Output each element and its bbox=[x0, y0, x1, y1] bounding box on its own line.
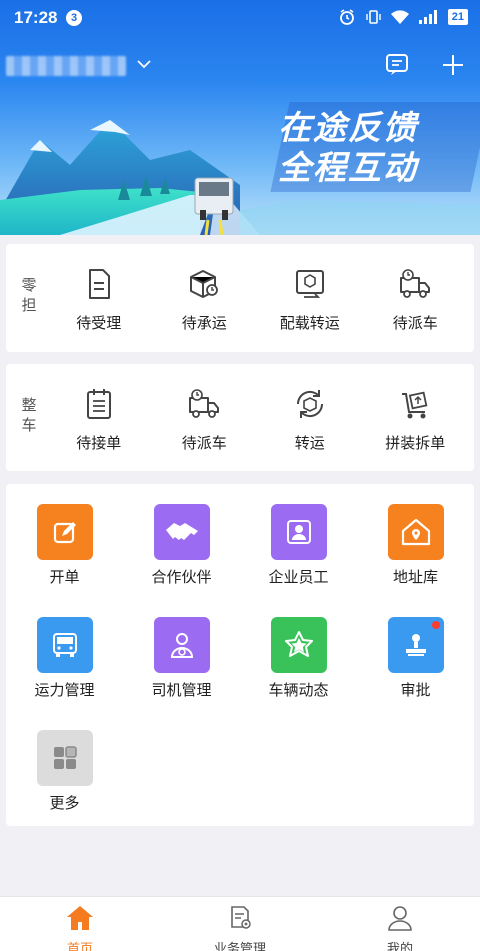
app-label: 更多 bbox=[49, 795, 80, 812]
document-icon bbox=[88, 269, 110, 299]
ltl-item-pending-accept[interactable]: 待受理 bbox=[46, 266, 152, 333]
app-label: 企业员工 bbox=[268, 569, 329, 586]
signal-icon bbox=[418, 10, 437, 24]
employee-icon bbox=[270, 504, 327, 560]
ftl-item-split-merge[interactable]: 拼装拆单 bbox=[363, 386, 469, 453]
ftl-section-title: 整车 bbox=[21, 397, 37, 434]
ltl-item-pending-dispatch[interactable]: 待派车 bbox=[363, 266, 469, 333]
app-label: 审批 bbox=[400, 682, 431, 699]
ltl-item-pending-carry[interactable]: 待承运 bbox=[152, 266, 258, 333]
tab-profile[interactable]: 我的 bbox=[320, 897, 480, 951]
app-vehicle-tracking[interactable]: 车辆动态 bbox=[240, 617, 357, 700]
ltl-section-title: 零担 bbox=[21, 277, 37, 314]
ftl-section-card: 整车 待接单 待派车 转运 拼装拆单 bbox=[6, 364, 474, 471]
app-partners[interactable]: 合作伙伴 bbox=[123, 504, 240, 587]
ftl-item-label: 拼装拆单 bbox=[385, 435, 446, 452]
ftl-item-pending-dispatch[interactable]: 待派车 bbox=[152, 386, 258, 453]
app-label: 开单 bbox=[49, 569, 80, 586]
clipboard-icon bbox=[86, 389, 111, 419]
ftl-item-label: 待派车 bbox=[181, 435, 227, 452]
notification-badge: 3 bbox=[66, 10, 82, 26]
app-approval[interactable]: 审批 bbox=[357, 617, 474, 700]
more-grid-icon bbox=[36, 730, 93, 786]
app-label: 司机管理 bbox=[151, 682, 212, 699]
app-address-book[interactable]: 地址库 bbox=[357, 504, 474, 587]
star-badge-icon bbox=[270, 617, 327, 673]
app-employees[interactable]: 企业员工 bbox=[240, 504, 357, 587]
user-icon bbox=[388, 906, 412, 931]
app-label: 运力管理 bbox=[34, 682, 95, 699]
slogan: 在途反馈 全程互动 bbox=[278, 108, 448, 188]
app-label: 合作伙伴 bbox=[151, 569, 212, 586]
stamp-icon bbox=[387, 617, 444, 673]
app-more[interactable]: 更多 bbox=[6, 730, 123, 813]
unread-dot bbox=[431, 621, 440, 629]
ltl-item-label: 待承运 bbox=[181, 315, 227, 332]
app-label: 车辆动态 bbox=[268, 682, 329, 699]
tab-home[interactable]: 首页 bbox=[0, 897, 160, 951]
package-clock-icon bbox=[190, 270, 219, 298]
slogan-line-1: 在途反馈 bbox=[278, 109, 418, 146]
bottom-tab-bar: 首页 业务管理 我的 bbox=[0, 896, 480, 951]
message-icon[interactable] bbox=[384, 52, 410, 78]
box-transfer-icon bbox=[295, 270, 324, 298]
battery-indicator: 21 bbox=[447, 9, 468, 25]
ftl-item-label: 待接单 bbox=[76, 435, 122, 452]
tab-label: 我的 bbox=[386, 941, 413, 951]
tab-label: 业务管理 bbox=[213, 941, 266, 951]
document-gear-icon bbox=[231, 906, 251, 929]
tab-label: 首页 bbox=[66, 941, 93, 951]
status-time: 17:28 bbox=[14, 8, 58, 27]
box-cycle-icon bbox=[296, 390, 323, 418]
status-bar: 17:28 3 21 bbox=[0, 0, 480, 36]
tab-business-management[interactable]: 业务管理 bbox=[160, 897, 320, 951]
header-banner: 17:28 3 21 在途反馈 全程互动 bbox=[0, 0, 480, 235]
slogan-line-2: 全程互动 bbox=[278, 149, 418, 186]
home-location-icon bbox=[387, 504, 444, 560]
app-create-order[interactable]: 开单 bbox=[6, 504, 123, 587]
company-name-blurred[interactable] bbox=[6, 56, 126, 76]
edit-icon bbox=[36, 504, 93, 560]
driver-icon bbox=[153, 617, 210, 673]
wifi-icon bbox=[390, 10, 409, 24]
vibrate-icon bbox=[366, 10, 381, 24]
app-driver-management[interactable]: 司机管理 bbox=[123, 617, 240, 700]
apps-grid-card: 开单 合作伙伴 企业员工 地址库 运力管理 司机管理 车辆动态 审批 更多 bbox=[6, 484, 474, 826]
truck-clock-icon bbox=[189, 389, 220, 418]
app-capacity-management[interactable]: 运力管理 bbox=[6, 617, 123, 700]
chevron-down-icon[interactable] bbox=[136, 58, 152, 70]
ftl-item-pending-order[interactable]: 待接单 bbox=[46, 386, 152, 453]
handshake-icon bbox=[153, 504, 210, 560]
ltl-item-label: 配载转运 bbox=[279, 315, 340, 332]
ftl-item-transfer[interactable]: 转运 bbox=[257, 386, 363, 453]
home-icon bbox=[67, 906, 93, 930]
ltl-item-label: 待派车 bbox=[392, 315, 438, 332]
ltl-item-label: 待受理 bbox=[76, 315, 122, 332]
add-icon[interactable] bbox=[440, 52, 466, 78]
ltl-item-load-transfer[interactable]: 配载转运 bbox=[257, 266, 363, 333]
app-label: 地址库 bbox=[392, 569, 438, 586]
truck-front-icon bbox=[36, 617, 93, 673]
ftl-item-label: 转运 bbox=[294, 435, 325, 452]
truck-clock-icon bbox=[400, 269, 431, 298]
cart-box-icon bbox=[402, 391, 428, 419]
ltl-section-card: 零担 待受理 待承运 配载转运 待派车 bbox=[6, 244, 474, 352]
alarm-icon bbox=[339, 9, 354, 25]
